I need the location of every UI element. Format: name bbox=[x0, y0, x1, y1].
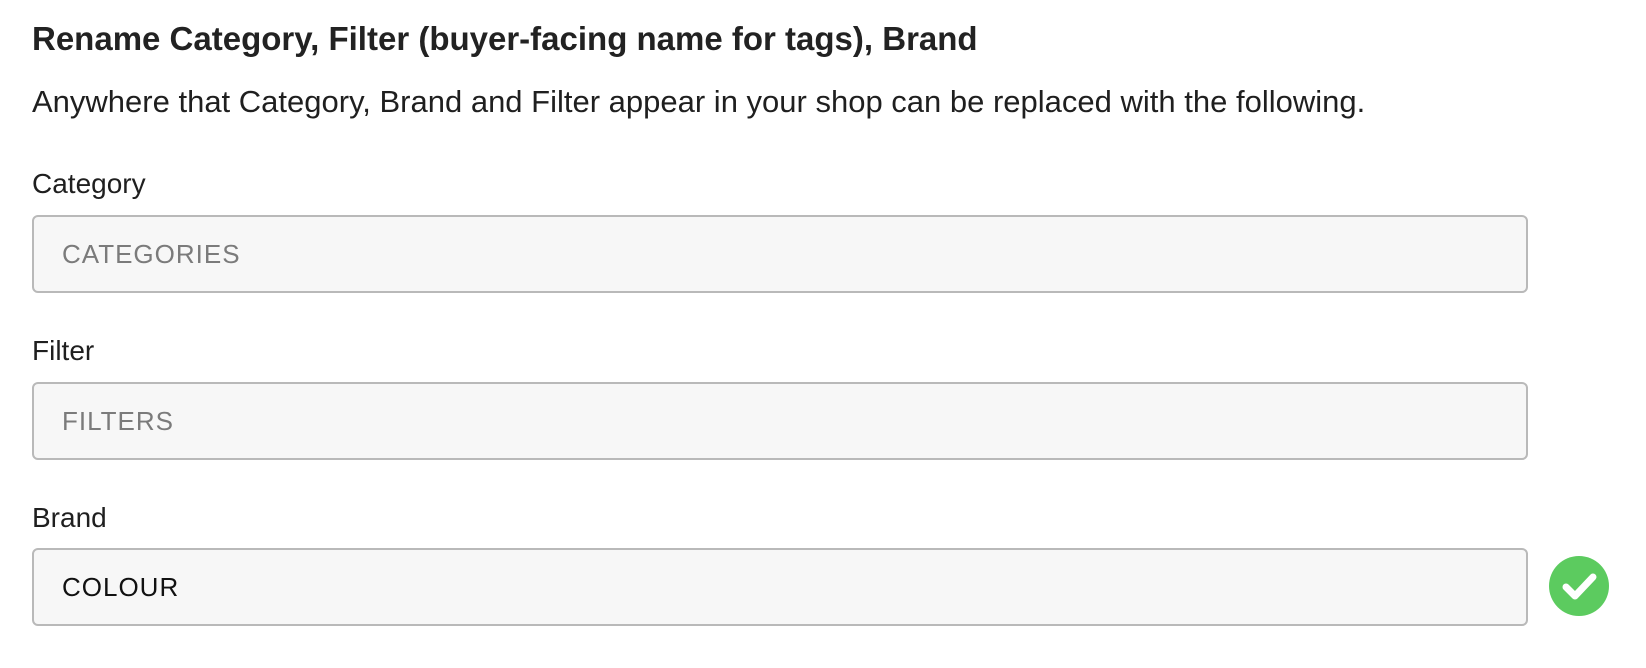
category-field-box bbox=[32, 215, 1528, 293]
filter-label: Filter bbox=[32, 335, 95, 366]
rename-settings-section: Rename Category, Filter (buyer-facing na… bbox=[0, 0, 1646, 668]
checkmark-icon bbox=[1562, 573, 1597, 600]
section-title: Rename Category, Filter (buyer-facing na… bbox=[32, 20, 978, 57]
section-description: Anywhere that Category, Brand and Filter… bbox=[32, 84, 1366, 119]
brand-label: Brand bbox=[32, 502, 107, 533]
brand-field-box bbox=[32, 548, 1528, 626]
filter-field-box bbox=[32, 382, 1528, 460]
category-label: Category bbox=[32, 168, 146, 199]
category-input[interactable] bbox=[34, 217, 1526, 291]
filter-input[interactable] bbox=[34, 384, 1526, 458]
check-circle-icon bbox=[1549, 556, 1609, 616]
brand-input[interactable] bbox=[34, 550, 1526, 624]
